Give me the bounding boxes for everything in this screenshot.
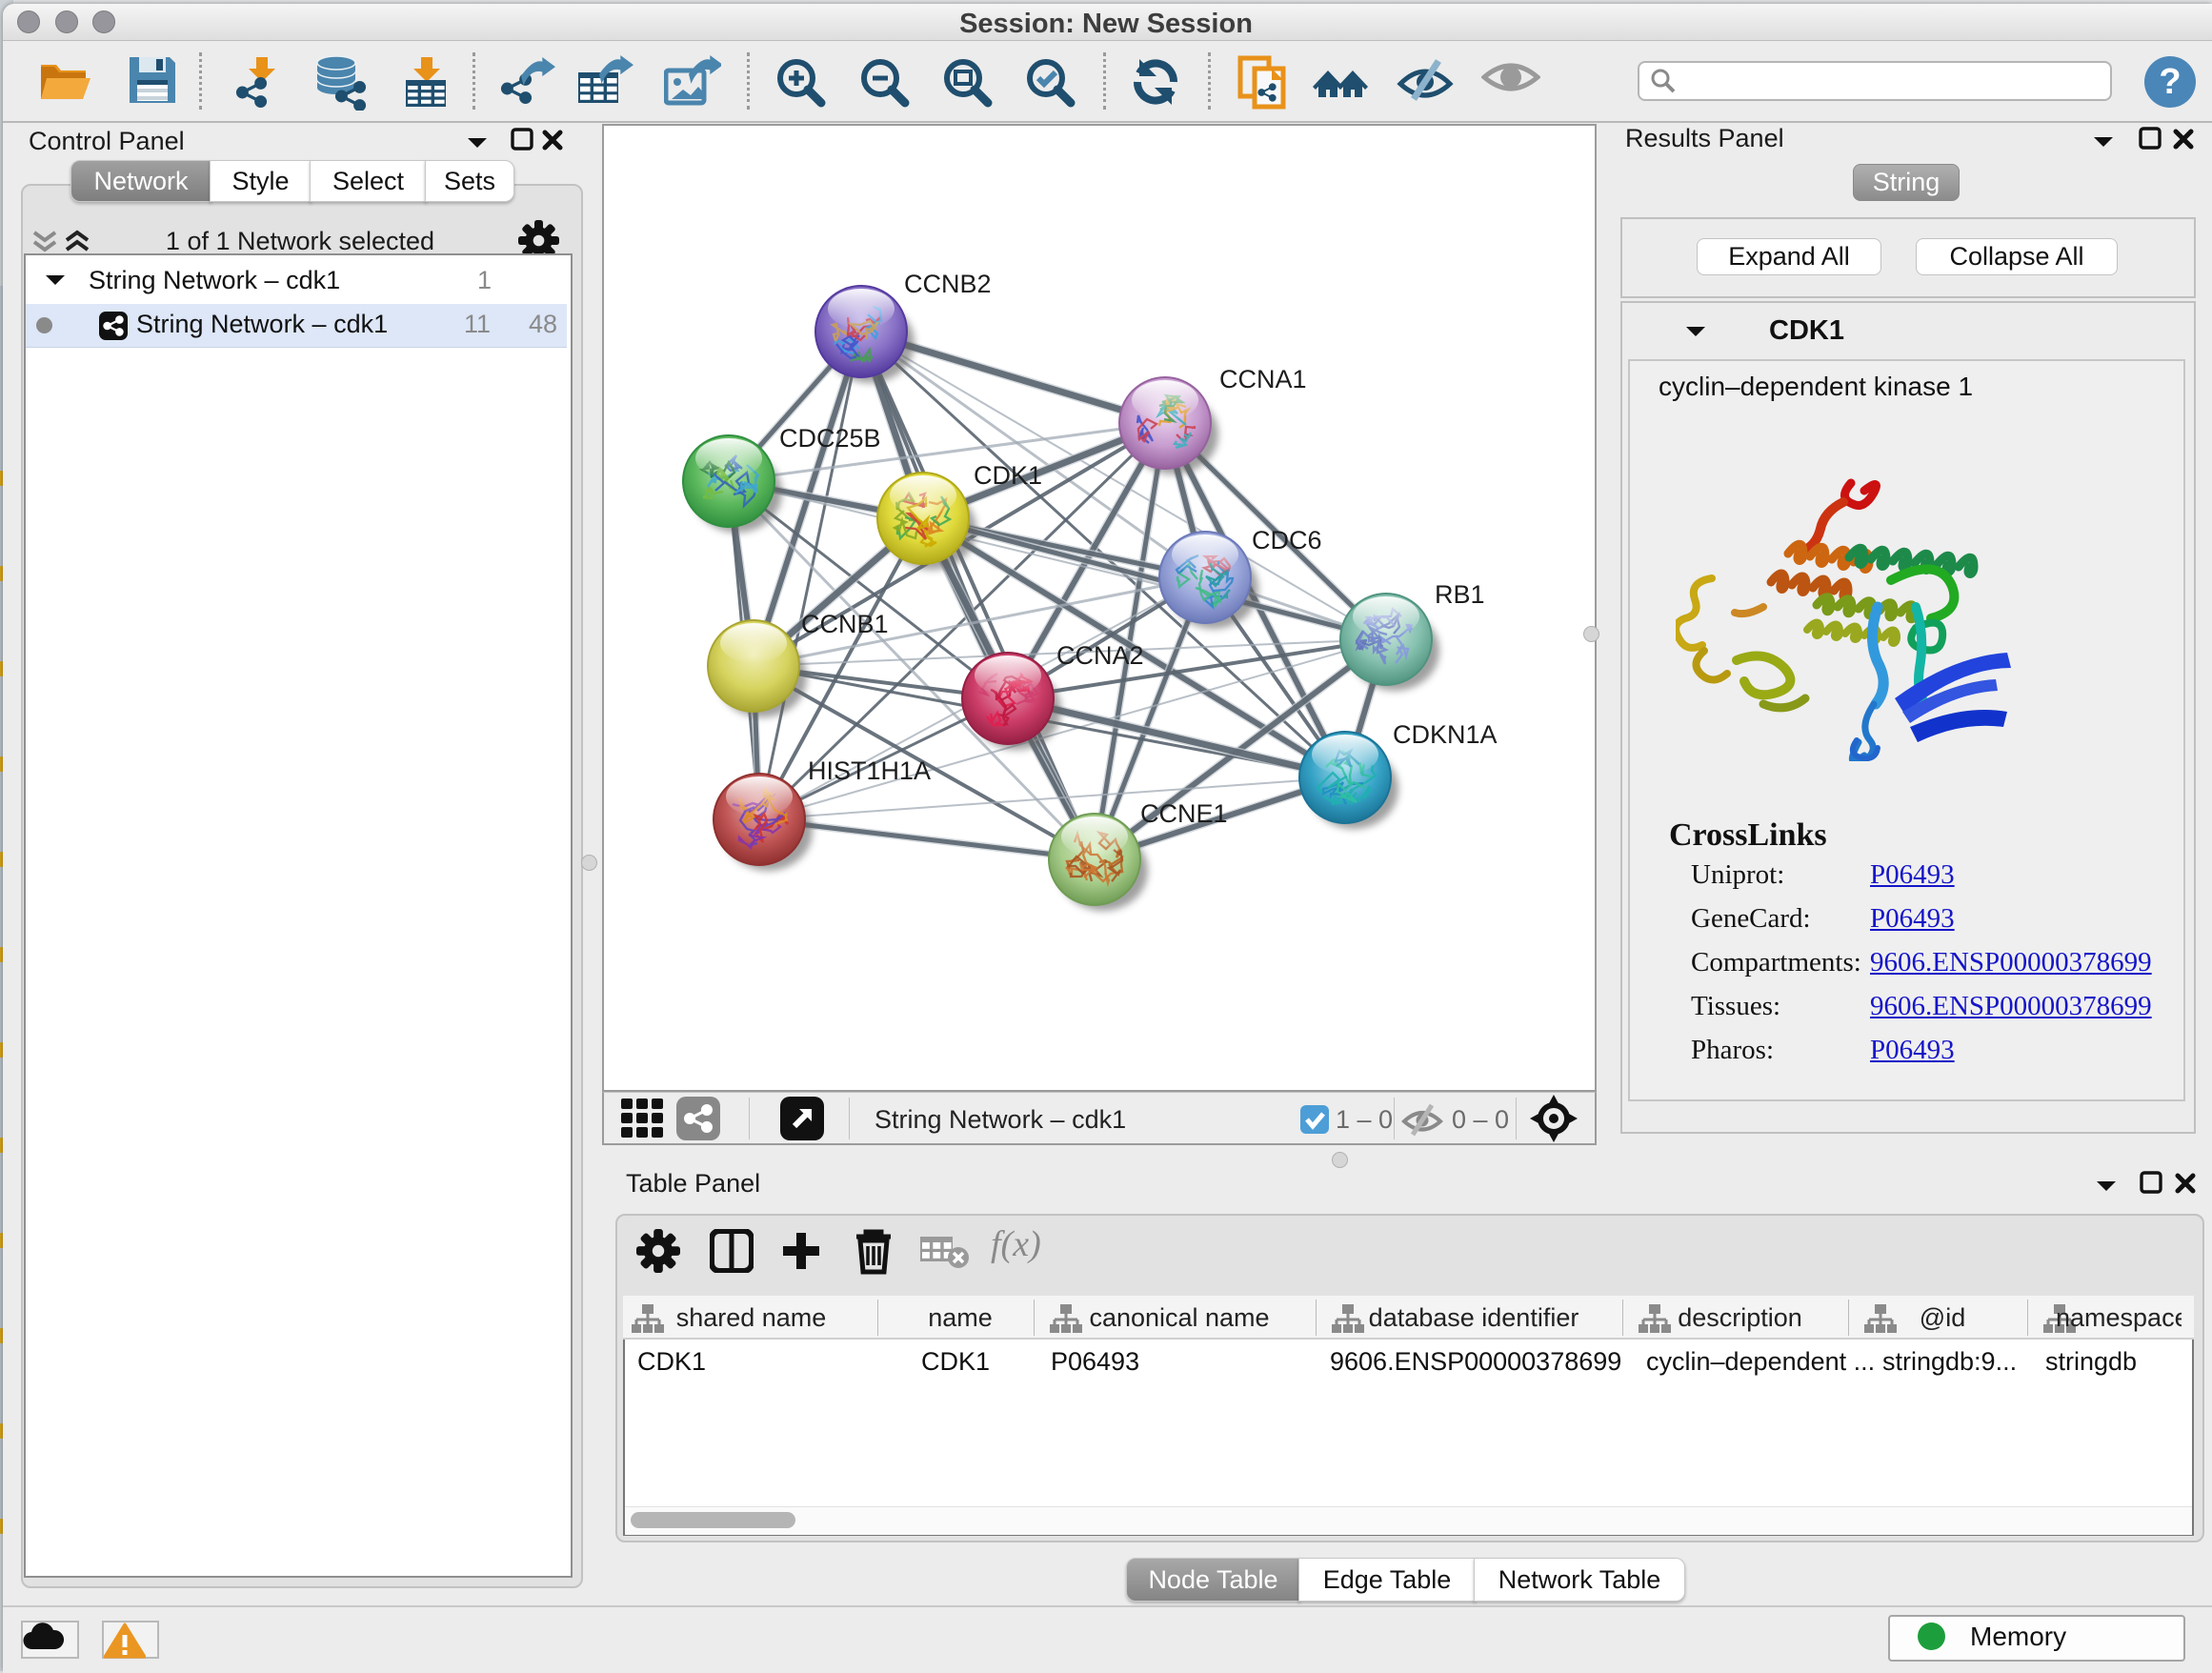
svg-text:CDC6: CDC6 [1252, 526, 1322, 554]
svg-text:CCNB1: CCNB1 [801, 610, 889, 638]
svg-text:CDC25B: CDC25B [779, 424, 881, 453]
svg-text:CCNB2: CCNB2 [904, 270, 992, 298]
svg-text:HIST1H1A: HIST1H1A [808, 756, 931, 785]
svg-text:RB1: RB1 [1435, 580, 1485, 609]
svg-text:CDK1: CDK1 [974, 461, 1042, 490]
svg-text:CCNA1: CCNA1 [1219, 365, 1307, 393]
svg-text:CDKN1A: CDKN1A [1393, 720, 1498, 749]
svg-text:CCNE1: CCNE1 [1140, 799, 1228, 828]
svg-text:?: ? [2159, 62, 2181, 102]
svg-text:CCNA2: CCNA2 [1056, 641, 1144, 670]
